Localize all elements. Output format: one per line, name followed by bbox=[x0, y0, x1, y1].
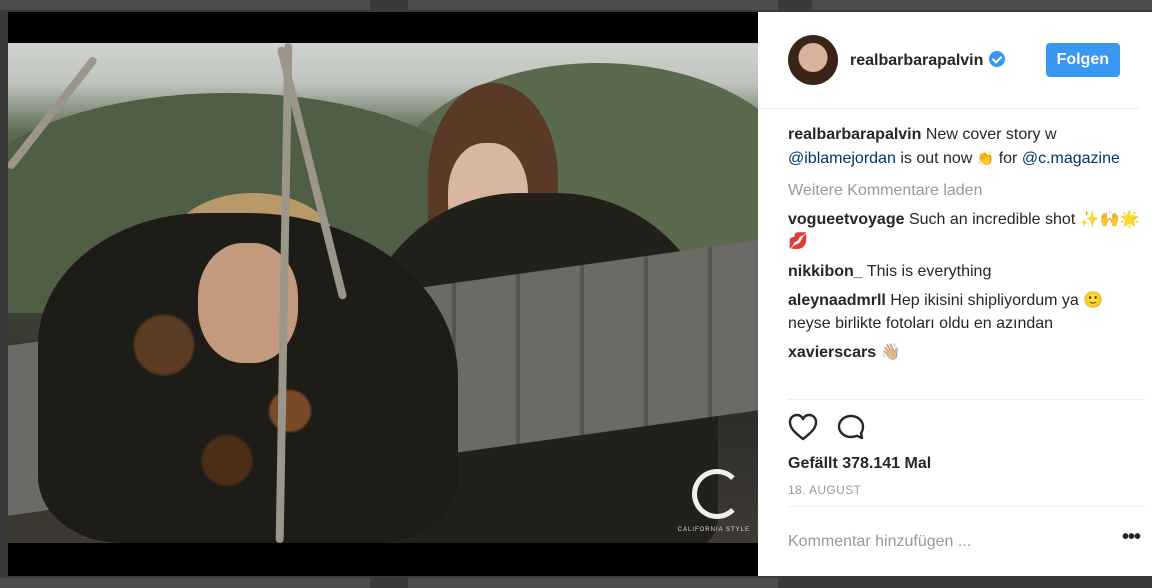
post-actions bbox=[788, 399, 1146, 453]
comment: nikkibon_ This is everything bbox=[788, 261, 1140, 284]
caption-text: is out now bbox=[900, 149, 973, 167]
magazine-logo-icon bbox=[692, 469, 742, 519]
comment-username[interactable]: vogueetvoyage bbox=[788, 211, 904, 228]
photo-pane: CALIFORNIA STYLE bbox=[8, 12, 758, 576]
comment-text: 👋🏼 bbox=[880, 344, 901, 361]
avatar[interactable] bbox=[788, 35, 838, 85]
caption-username[interactable]: realbarbarapalvin bbox=[788, 126, 921, 143]
post-header: realbarbarapalvin Folgen bbox=[758, 12, 1140, 109]
comment-username[interactable]: xavierscars bbox=[788, 344, 876, 361]
caption-text: for bbox=[998, 149, 1018, 167]
magazine-logo-text: CALIFORNIA STYLE bbox=[677, 527, 750, 533]
comments-list: realbarbarapalvin New cover story w @ibl… bbox=[758, 109, 1152, 399]
mention-link[interactable]: @iblamejordan bbox=[788, 150, 896, 167]
clap-emoji: 👏 bbox=[976, 149, 995, 166]
heart-icon[interactable] bbox=[788, 413, 818, 441]
background-tile bbox=[0, 0, 370, 10]
post-date: 18. AUGUST bbox=[788, 483, 862, 497]
comment: vogueetvoyage Such an incredible shot ✨🙌… bbox=[788, 209, 1140, 254]
post-side-panel: realbarbarapalvin Folgen realbarbarapalv… bbox=[758, 12, 1152, 576]
speech-bubble-icon[interactable] bbox=[836, 413, 866, 441]
username-wrap: realbarbarapalvin bbox=[838, 50, 1006, 70]
background-tile bbox=[408, 578, 778, 588]
comment-input[interactable] bbox=[788, 532, 1112, 551]
comment-username[interactable]: nikkibon_ bbox=[788, 263, 863, 280]
background-tile bbox=[812, 0, 1152, 10]
background-tile bbox=[0, 578, 370, 588]
caption-text: New cover story w bbox=[925, 126, 1057, 143]
background-tile bbox=[408, 0, 778, 10]
load-more-comments-link[interactable]: Weitere Kommentare laden bbox=[788, 180, 1140, 203]
follow-button[interactable]: Folgen bbox=[1045, 43, 1120, 77]
add-comment-bar: ••• bbox=[788, 506, 1146, 576]
more-options-icon[interactable]: ••• bbox=[1112, 526, 1146, 557]
likes-count[interactable]: Gefällt 378.141 Mal bbox=[758, 455, 1152, 473]
comment-username[interactable]: aleynaadmrll bbox=[788, 292, 886, 309]
post-photo[interactable]: CALIFORNIA STYLE bbox=[8, 43, 758, 543]
comment: aleynaadmrll Hep ikisini shipliyordum ya… bbox=[788, 290, 1140, 335]
username-link[interactable]: realbarbarapalvin bbox=[850, 52, 983, 69]
post-caption: realbarbarapalvin New cover story w @ibl… bbox=[788, 124, 1140, 170]
verified-badge-icon bbox=[989, 50, 1006, 67]
comment: xavierscars 👋🏼 bbox=[788, 342, 1140, 365]
mention-link[interactable]: @c.magazine bbox=[1022, 150, 1120, 167]
post-modal: CALIFORNIA STYLE realbarbarapalvin Folge… bbox=[8, 12, 1152, 576]
comment-text: This is everything bbox=[866, 262, 992, 280]
